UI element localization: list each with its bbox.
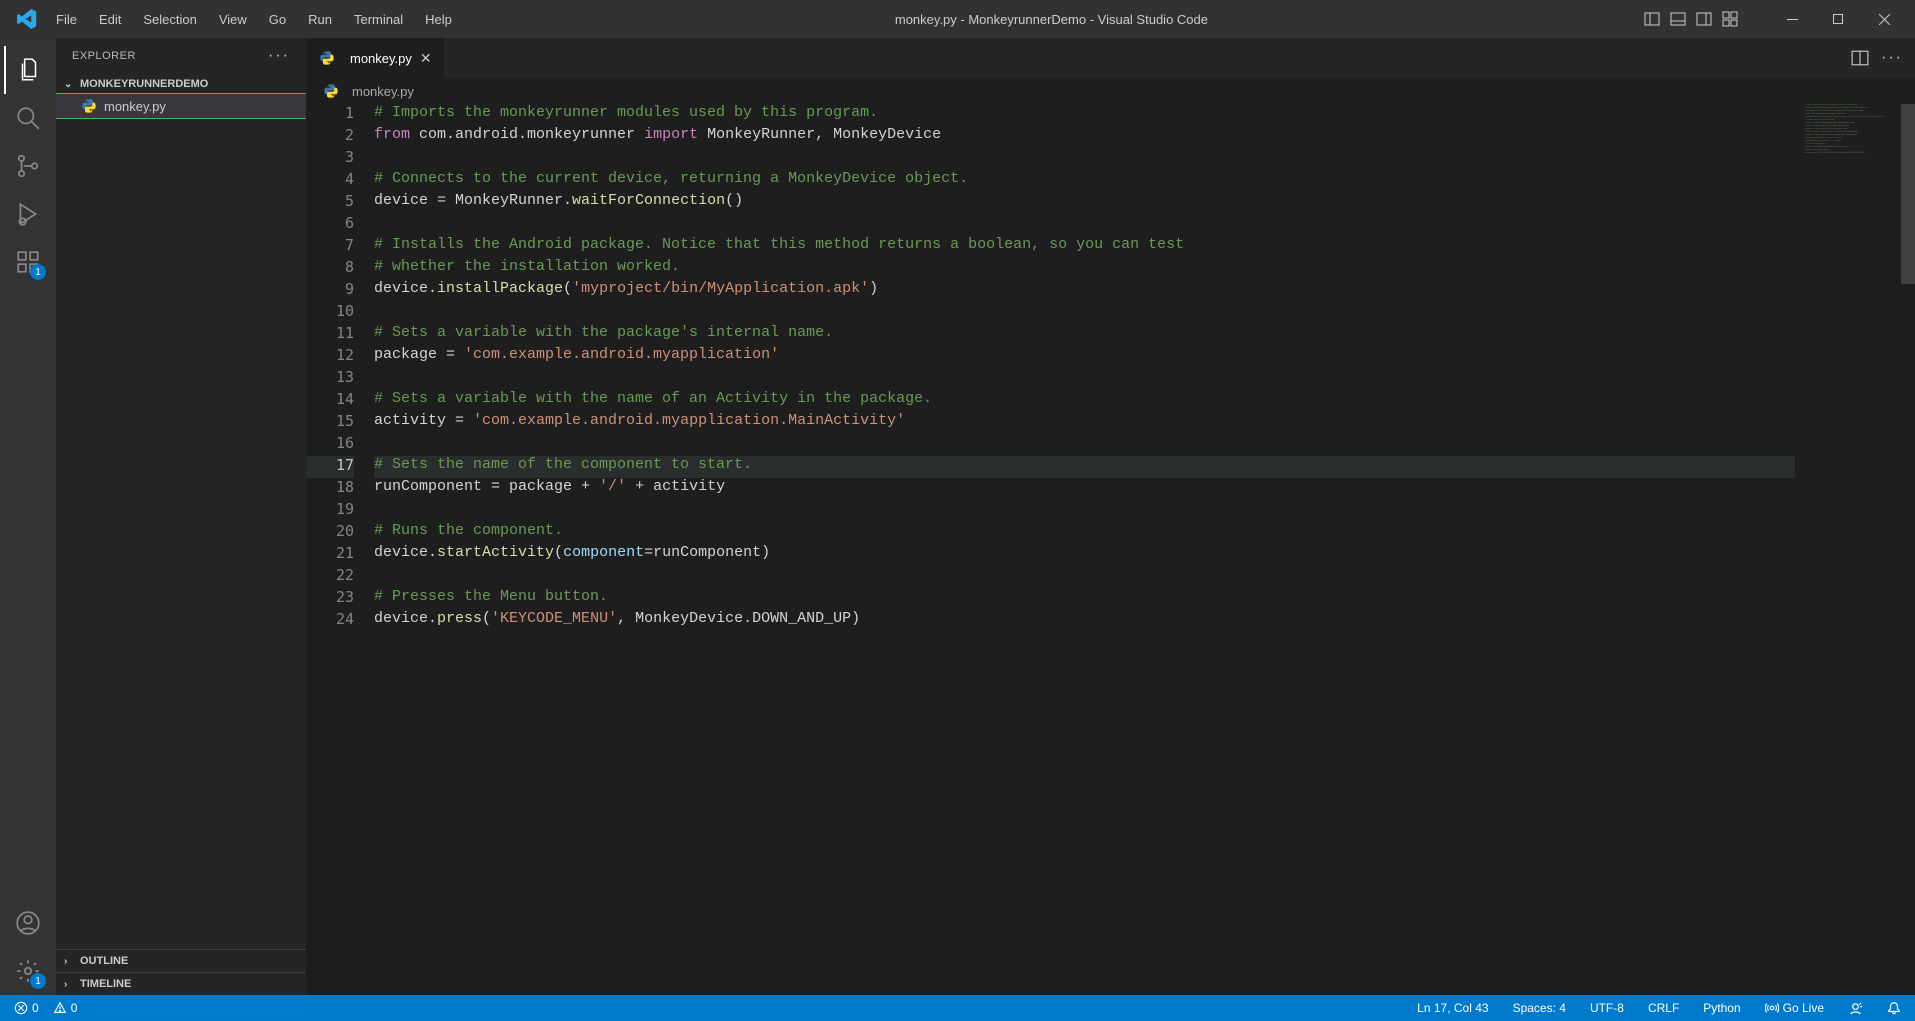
accounts-icon[interactable] [4, 899, 52, 947]
python-file-icon [318, 49, 336, 67]
sidebar: EXPLORER ··· ⌄ MONKEYRUNNERDEMO monkey.p… [56, 38, 306, 995]
tabs-bar: monkey.py ✕ ··· [306, 38, 1915, 78]
menu-run[interactable]: Run [298, 6, 342, 33]
sidebar-more-icon[interactable]: ··· [268, 47, 290, 65]
chevron-right-icon: › [64, 979, 76, 990]
maximize-window-icon[interactable] [1815, 4, 1861, 34]
editor-group: monkey.py ✕ ··· monkey.py 12345678910111… [306, 38, 1915, 995]
sidebar-title: EXPLORER [72, 50, 136, 62]
status-encoding[interactable]: UTF-8 [1586, 1001, 1628, 1015]
activity-bar: 1 1 [0, 38, 56, 995]
explorer-icon[interactable] [4, 46, 52, 94]
tab-label: monkey.py [350, 51, 412, 66]
outline-label: OUTLINE [80, 955, 128, 967]
split-editor-icon[interactable] [1851, 49, 1869, 67]
menu-view[interactable]: View [209, 6, 257, 33]
status-feedback-icon[interactable] [1844, 1001, 1867, 1016]
timeline-section[interactable]: › TIMELINE [56, 972, 306, 995]
chevron-down-icon: ⌄ [64, 79, 76, 90]
minimap[interactable]: # Imports the monkeyrunner modules used … [1805, 104, 1901, 995]
menu-terminal[interactable]: Terminal [344, 6, 413, 33]
status-spaces[interactable]: Spaces: 4 [1509, 1001, 1570, 1015]
status-warnings[interactable]: 0 [49, 1001, 82, 1015]
window-title: monkey.py - MonkeyrunnerDemo - Visual St… [462, 12, 1641, 27]
toggle-primary-sidebar-icon[interactable] [1641, 8, 1663, 30]
project-name: MONKEYRUNNERDEMO [80, 78, 208, 90]
extensions-badge: 1 [30, 264, 46, 280]
minimize-window-icon[interactable] [1769, 4, 1815, 34]
manage-icon[interactable]: 1 [4, 947, 52, 995]
breadcrumb-file: monkey.py [352, 84, 414, 99]
menu-file[interactable]: File [46, 6, 87, 33]
toggle-panel-icon[interactable] [1667, 8, 1689, 30]
python-file-icon [322, 82, 340, 100]
chevron-right-icon: › [64, 956, 76, 967]
status-language[interactable]: Python [1699, 1001, 1744, 1015]
menu-go[interactable]: Go [259, 6, 296, 33]
toggle-secondary-sidebar-icon[interactable] [1693, 8, 1715, 30]
tab-close-icon[interactable]: ✕ [420, 50, 432, 67]
line-numbers: 123456789101112131415161718192021222324 [306, 104, 374, 995]
extensions-icon[interactable]: 1 [4, 238, 52, 286]
code-content[interactable]: # Imports the monkeyrunner modules used … [374, 104, 1915, 995]
status-eol[interactable]: CRLF [1644, 1001, 1683, 1015]
breadcrumb[interactable]: monkey.py [306, 78, 1915, 104]
manage-badge: 1 [30, 973, 46, 989]
file-item-monkey[interactable]: monkey.py [56, 94, 306, 118]
scrollbar[interactable] [1901, 104, 1915, 995]
close-window-icon[interactable] [1861, 4, 1907, 34]
status-golive[interactable]: Go Live [1761, 1001, 1828, 1015]
error-count: 0 [32, 1001, 39, 1015]
status-position[interactable]: Ln 17, Col 43 [1413, 1001, 1492, 1015]
golive-label: Go Live [1783, 1001, 1824, 1015]
status-bell-icon[interactable] [1883, 1001, 1905, 1015]
vscode-logo-icon [16, 8, 38, 30]
status-errors[interactable]: 0 [10, 1001, 43, 1015]
tab-monkey[interactable]: monkey.py ✕ [306, 38, 445, 78]
source-control-icon[interactable] [4, 142, 52, 190]
outline-section[interactable]: › OUTLINE [56, 949, 306, 972]
timeline-label: TIMELINE [80, 978, 131, 990]
statusbar: 0 0 Ln 17, Col 43 Spaces: 4 UTF-8 CRLF P… [0, 995, 1915, 1021]
layout-controls [1641, 8, 1741, 30]
folder-header[interactable]: ⌄ MONKEYRUNNERDEMO [56, 74, 306, 94]
menu-bar: File Edit Selection View Go Run Terminal… [46, 6, 462, 33]
run-debug-icon[interactable] [4, 190, 52, 238]
scrollbar-thumb[interactable] [1901, 104, 1915, 284]
search-icon[interactable] [4, 94, 52, 142]
editor-more-icon[interactable]: ··· [1881, 49, 1903, 67]
warning-count: 0 [71, 1001, 78, 1015]
titlebar: File Edit Selection View Go Run Terminal… [0, 0, 1915, 38]
python-file-icon [80, 97, 98, 115]
editor[interactable]: 123456789101112131415161718192021222324 … [306, 104, 1915, 995]
customize-layout-icon[interactable] [1719, 8, 1741, 30]
file-name: monkey.py [104, 99, 166, 114]
menu-help[interactable]: Help [415, 6, 462, 33]
menu-selection[interactable]: Selection [133, 6, 206, 33]
menu-edit[interactable]: Edit [89, 6, 131, 33]
